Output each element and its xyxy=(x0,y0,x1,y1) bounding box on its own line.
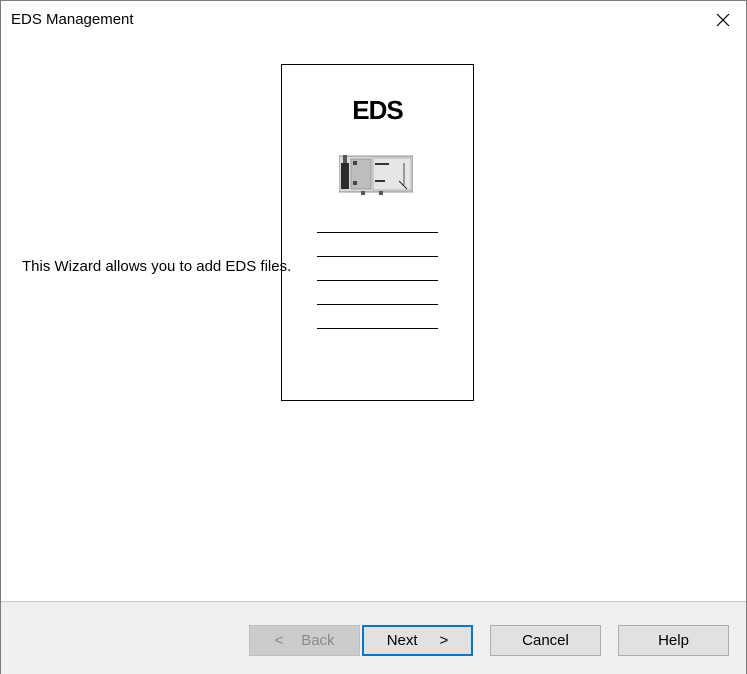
window-title: EDS Management xyxy=(11,11,134,28)
close-icon xyxy=(716,13,730,27)
placeholder-line xyxy=(317,256,438,257)
title-bar: EDS Management xyxy=(1,1,746,39)
placeholder-line xyxy=(317,280,438,281)
help-button[interactable]: Help xyxy=(618,625,729,656)
cancel-label: Cancel xyxy=(522,632,569,649)
placeholder-line xyxy=(317,232,438,233)
help-label: Help xyxy=(658,632,689,649)
button-bar: < Back Next > Cancel Help xyxy=(1,601,746,674)
eds-management-window: EDS Management EDS This Wizard allows yo… xyxy=(0,0,747,674)
back-button[interactable]: < Back xyxy=(249,625,360,656)
back-arrow: < xyxy=(274,632,284,649)
next-button[interactable]: Next > xyxy=(362,625,473,656)
card-heading: EDS xyxy=(352,95,403,125)
placeholder-line xyxy=(317,304,438,305)
intro-text: This Wizard allows you to add EDS files. xyxy=(22,258,292,275)
next-label: Next xyxy=(386,632,418,649)
placeholder-line xyxy=(317,328,438,329)
next-arrow: > xyxy=(439,632,449,649)
plc-device-icon xyxy=(339,155,413,195)
back-label: Back xyxy=(301,632,335,649)
close-button[interactable] xyxy=(700,1,746,39)
cancel-button[interactable]: Cancel xyxy=(490,625,601,656)
eds-document-illustration: EDS xyxy=(281,64,474,401)
